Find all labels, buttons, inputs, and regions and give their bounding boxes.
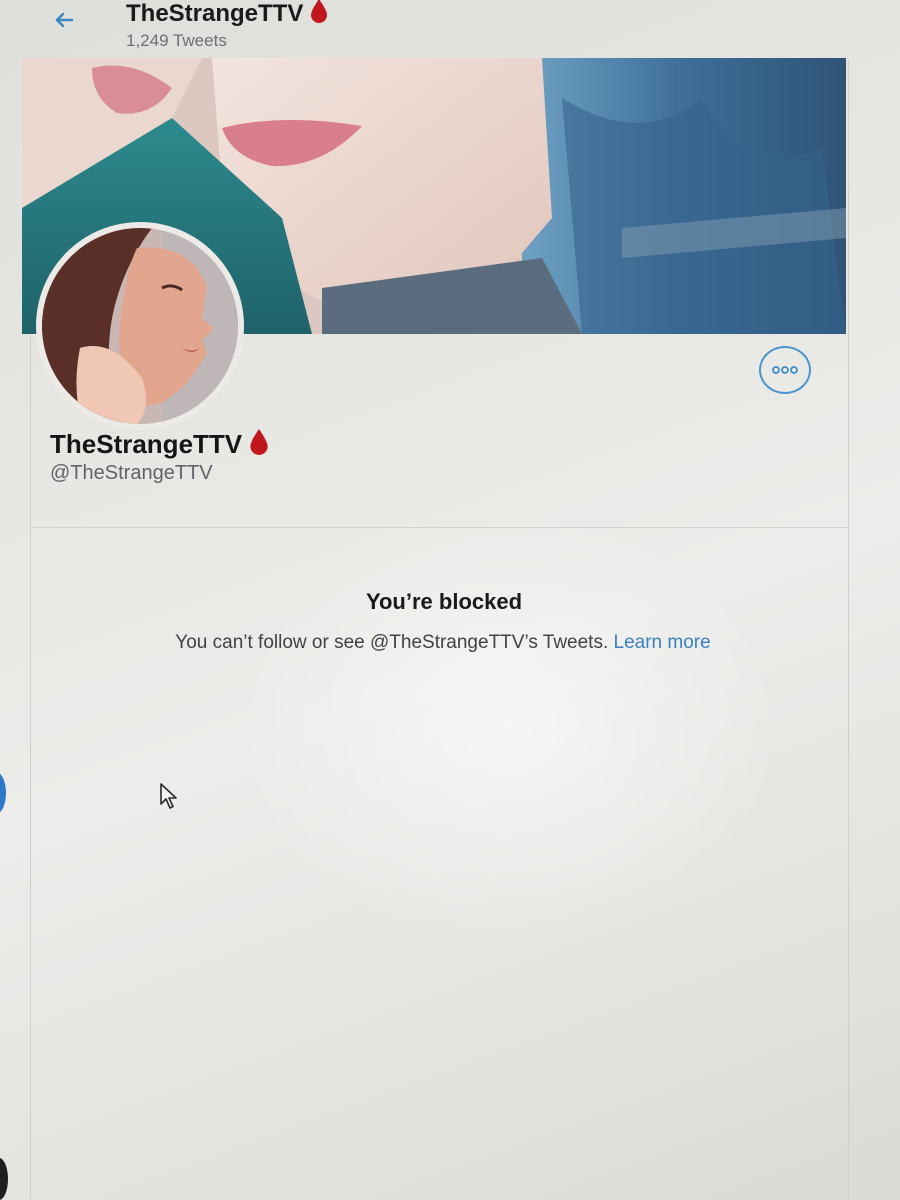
header-title-text: TheStrangeTTV (126, 0, 304, 27)
screen: TheStrangeTTV 1,249 Tweets TheStrangeTTV… (0, 0, 900, 1200)
bezel-edge (0, 1158, 8, 1200)
mouse-cursor-icon (159, 782, 179, 815)
blocked-message-text: You can’t follow or see @TheStrangeTTV’s… (175, 632, 609, 653)
more-options-button[interactable] (759, 346, 811, 394)
profile-handle: @TheStrangeTTV (50, 462, 213, 484)
learn-more-link[interactable]: Learn more (614, 632, 711, 653)
blood-drop-icon (309, 0, 329, 31)
left-edge-element (0, 772, 6, 814)
column-border-right (848, 60, 849, 1200)
screen-glare (250, 520, 770, 940)
tweet-count: 1,249 Tweets (126, 31, 227, 50)
avatar-photo (42, 228, 238, 424)
back-arrow-glyph (55, 12, 74, 28)
blood-drop-icon (248, 428, 270, 463)
profile-header-bar: TheStrangeTTV 1,249 Tweets (0, 0, 900, 58)
more-options-icon (772, 366, 798, 374)
back-arrow-icon[interactable] (50, 6, 78, 34)
blocked-title: You’re blocked (365, 589, 523, 614)
profile-name-text: TheStrangeTTV (50, 429, 243, 459)
profile-divider (30, 527, 848, 528)
profile-name: TheStrangeTTV (50, 428, 270, 463)
profile-avatar[interactable] (42, 228, 238, 424)
header-title: TheStrangeTTV (126, 0, 329, 31)
blocked-message: You can’t follow or see @TheStrangeTTV’s… (0, 632, 886, 654)
